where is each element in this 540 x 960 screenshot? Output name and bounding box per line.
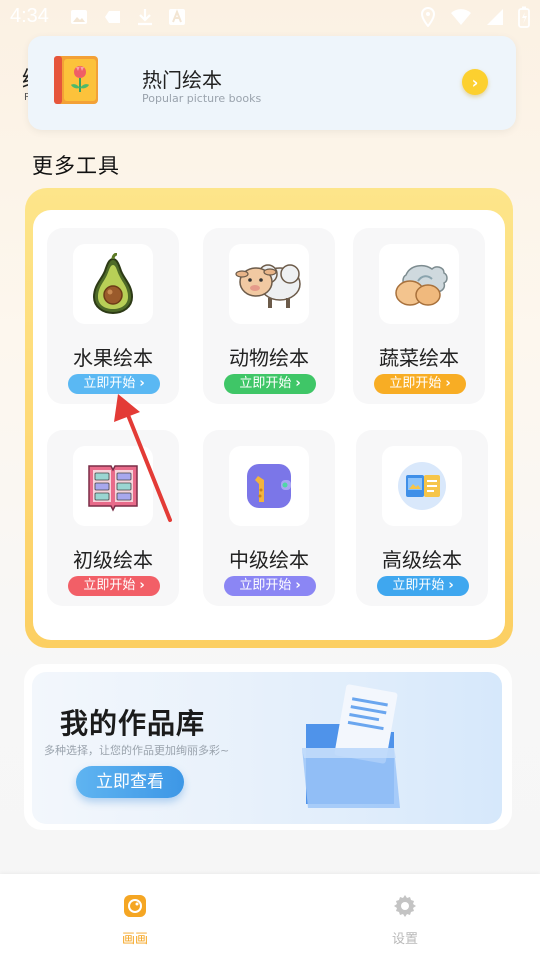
download-icon [138, 9, 152, 26]
start-button-label: 立即开始 [392, 578, 445, 593]
tool-card-animal[interactable]: 动物绘本 立即开始 › [203, 228, 335, 404]
popular-books-title: 热门绘本 [142, 68, 222, 92]
tool-image [229, 244, 309, 324]
tab-draw-label: 画画 [121, 932, 148, 947]
tool-card-fruit[interactable]: 水果绘本 立即开始 › [47, 228, 179, 404]
battery-icon [518, 6, 530, 28]
my-works-banner: 我的作品库 多种选择，让您的作品更加绚丽多彩~ 立即查看 [32, 672, 502, 824]
gallery-icon [71, 10, 87, 24]
vegetable-icon [395, 264, 448, 306]
chevron-right-icon: › [295, 578, 301, 593]
chevron-right-icon: › [139, 578, 145, 593]
tool-image [382, 446, 462, 526]
start-button-label: 立即开始 [83, 578, 136, 593]
red-arrow-annotation [114, 394, 172, 522]
signal-icon [487, 9, 503, 25]
tool-name: 蔬菜绘本 [379, 346, 459, 370]
start-button-fruit[interactable]: 立即开始 › [68, 374, 160, 394]
picture-book-icon [398, 462, 446, 510]
tool-image [73, 244, 153, 324]
view-now-button[interactable]: 立即查看 [76, 766, 184, 798]
start-button-label: 立即开始 [239, 578, 292, 593]
tool-image [379, 244, 459, 324]
bottom-nav: 画画 设置 [0, 874, 540, 960]
tool-name: 初级绘本 [73, 548, 153, 572]
wifi-icon [451, 9, 471, 25]
tool-card-intermediate[interactable]: 中级绘本 立即开始 › [203, 430, 335, 606]
tab-settings-label: 设置 [391, 932, 418, 947]
tool-name: 中级绘本 [229, 548, 309, 572]
my-works-subtitle: 多种选择，让您的作品更加绚丽多彩~ [44, 744, 230, 757]
back-tag-icon [105, 11, 120, 23]
popular-books-subtitle: Popular picture books [142, 92, 262, 105]
status-time: 4:34 [10, 5, 49, 27]
tools-panel: 水果绘本 立即开始 › 动物绘本 立即开始 › 蔬菜绘本 立即开始 › 初级绘本… [25, 188, 513, 648]
start-button-label: 立即开始 [83, 376, 136, 391]
chevron-right-icon[interactable]: › [462, 69, 488, 95]
start-button-animal[interactable]: 立即开始 › [224, 374, 316, 394]
start-button-advanced[interactable]: 立即开始 › [377, 576, 469, 596]
tool-name: 水果绘本 [73, 346, 153, 370]
status-bar: 4:34 [0, 0, 540, 36]
palette-icon [124, 895, 146, 917]
folder-document-icon [302, 684, 400, 808]
chevron-right-icon: › [295, 376, 301, 391]
start-button-label: 立即开始 [389, 376, 442, 391]
tab-draw[interactable]: 画画 [95, 894, 175, 947]
chevron-right-icon: › [139, 376, 145, 391]
gear-icon [394, 895, 416, 917]
tab-settings[interactable]: 设置 [365, 894, 445, 947]
popular-books-card[interactable]: 热门绘本 Popular picture books › [28, 36, 516, 130]
tool-card-advanced[interactable]: 高级绘本 立即开始 › [356, 430, 488, 606]
start-button-vegetable[interactable]: 立即开始 › [374, 374, 466, 394]
giraffe-card-icon [247, 464, 291, 508]
sheep-icon [235, 264, 301, 308]
tulip-book-icon [54, 56, 98, 104]
tools-grid: 水果绘本 立即开始 › 动物绘本 立即开始 › 蔬菜绘本 立即开始 › 初级绘本… [33, 210, 505, 640]
tool-name: 动物绘本 [229, 346, 309, 370]
start-button-beginner[interactable]: 立即开始 › [68, 576, 160, 596]
tool-image [229, 446, 309, 526]
section-title: 更多工具 [32, 154, 120, 178]
start-button-intermediate[interactable]: 立即开始 › [224, 576, 316, 596]
my-works-card: 我的作品库 多种选择，让您的作品更加绚丽多彩~ 立即查看 [24, 664, 512, 830]
location-icon [420, 7, 436, 27]
start-button-label: 立即开始 [239, 376, 292, 391]
font-icon [169, 9, 185, 25]
tool-name: 高级绘本 [382, 548, 462, 572]
my-works-title: 我的作品库 [60, 707, 206, 740]
tool-card-vegetable[interactable]: 蔬菜绘本 立即开始 › [353, 228, 485, 404]
chevron-right-icon: › [448, 578, 454, 593]
avocado-icon [92, 253, 134, 315]
chevron-right-icon: › [445, 376, 451, 391]
